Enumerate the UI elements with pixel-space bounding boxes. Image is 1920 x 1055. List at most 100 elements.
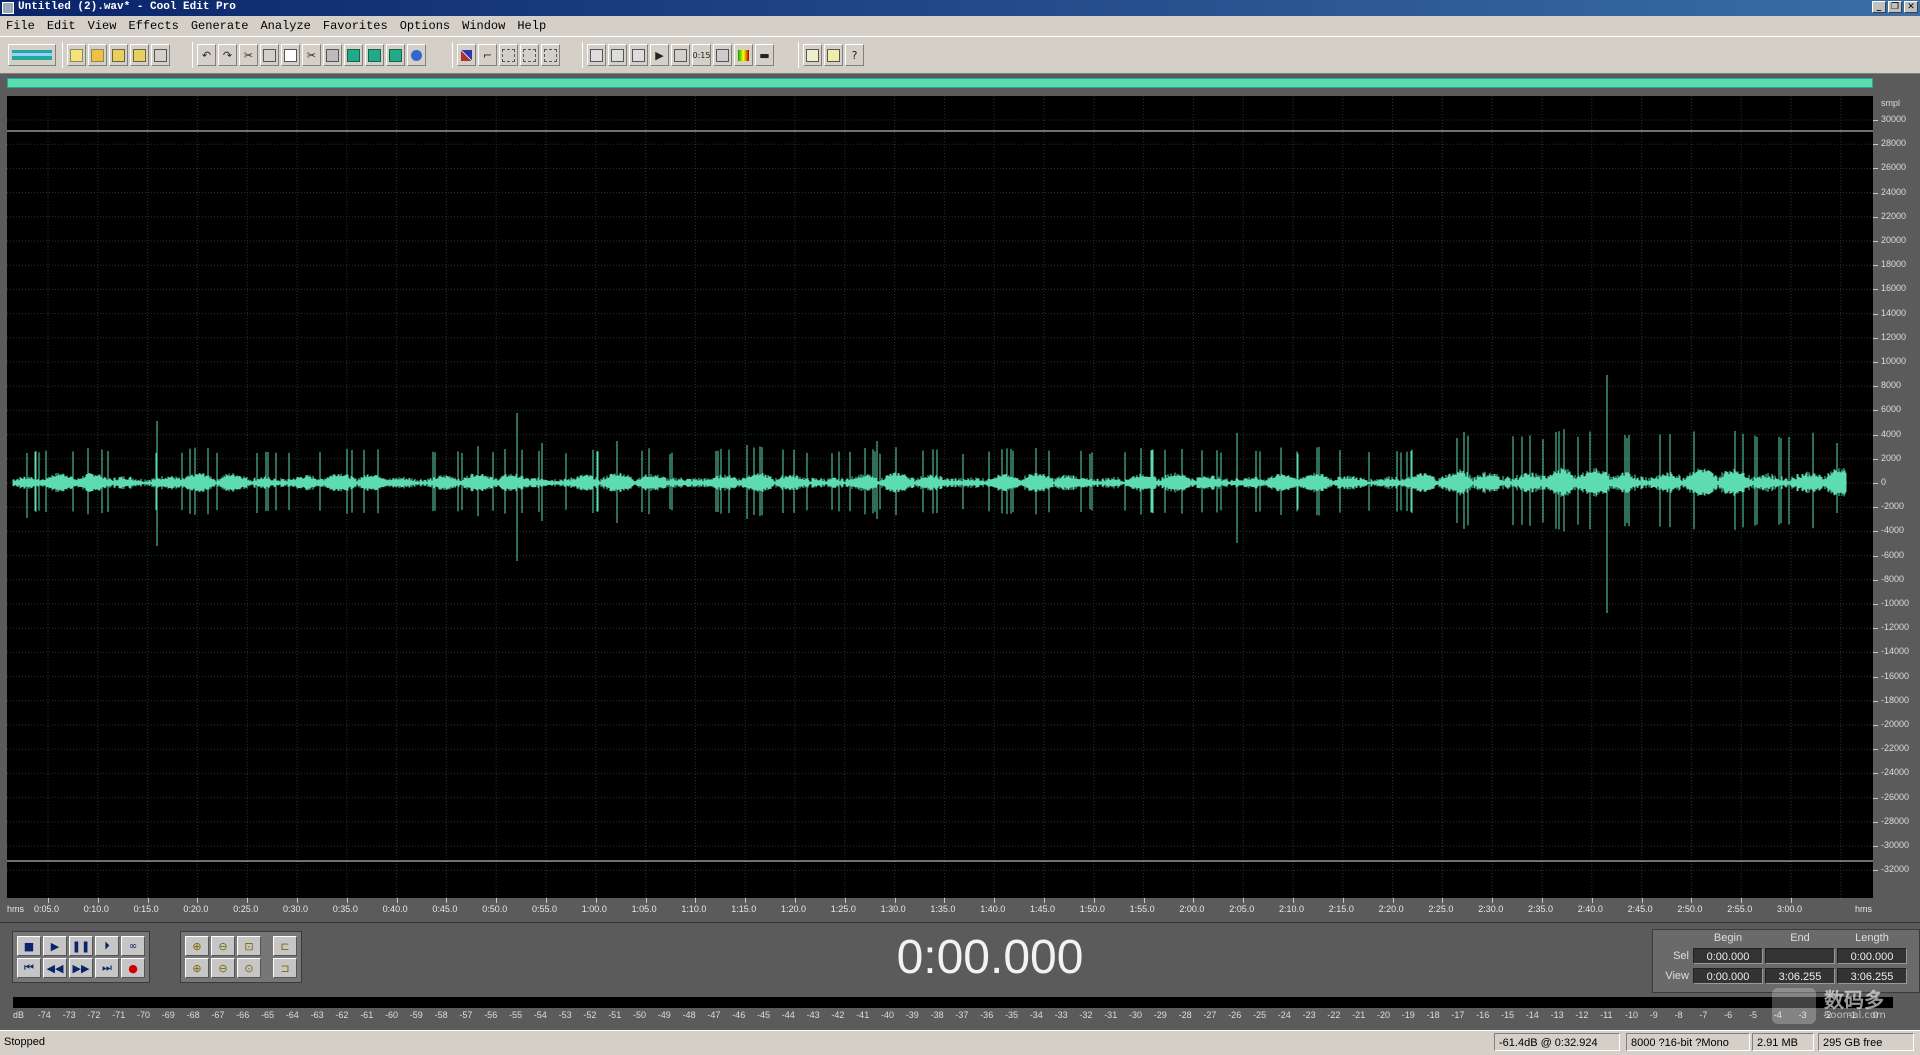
amplitude-label: -12000 (1881, 622, 1910, 633)
zoom-view-icon[interactable]: ▶ (650, 44, 669, 66)
menu-favorites[interactable]: Favorites (317, 19, 394, 33)
snap-icon[interactable]: ⌐ (478, 44, 497, 66)
menu-generate[interactable]: Generate (185, 19, 255, 33)
meter-icon[interactable] (713, 44, 732, 66)
pause-button[interactable]: ❚❚ (69, 936, 93, 956)
time-tick (1243, 898, 1245, 903)
cd-player-icon[interactable] (803, 44, 822, 66)
fast-forward-button[interactable]: ▶▶ (69, 958, 93, 978)
time-label: 2:45.0 (1627, 904, 1653, 914)
meter-label: -43 (806, 1010, 820, 1020)
zoom-in-horizontal-button[interactable]: ⊕ (185, 936, 209, 956)
zoom-in-right-button[interactable]: ⊐ (273, 958, 297, 978)
grid-icon[interactable] (499, 44, 518, 66)
menu-edit[interactable]: Edit (41, 19, 82, 33)
amplitude-tick (1873, 120, 1878, 121)
zoom-fit-button[interactable]: ⊙ (237, 958, 261, 978)
zero-crossing-icon[interactable] (457, 44, 476, 66)
length-header: Length (1855, 932, 1889, 944)
app-icon[interactable] (2, 2, 14, 14)
mode-toggle-icon[interactable] (8, 44, 56, 66)
time-label: 1:25.0 (830, 904, 856, 914)
play-to-end-button[interactable]: ⏵ (95, 936, 119, 956)
zoom-out-vertical-button[interactable]: ⊖ (211, 958, 235, 978)
waveform-display[interactable] (7, 96, 1873, 904)
zoom-full-button[interactable]: ⊡ (237, 936, 261, 956)
meter-label: -24 (1277, 1010, 1291, 1020)
marker-icon[interactable] (587, 44, 606, 66)
close-button[interactable]: ✕ (1904, 1, 1918, 13)
meter-label: -23 (1302, 1010, 1316, 1020)
go-to-end-button[interactable]: ⏭ (95, 958, 119, 978)
time-format-icon[interactable] (671, 44, 690, 66)
zoom-in-left-button[interactable]: ⊏ (273, 936, 297, 956)
overview-range-bar[interactable] (7, 78, 1873, 88)
view-begin-field[interactable]: 0:00.000 (1693, 968, 1763, 984)
sel-length-field[interactable]: 0:00.000 (1837, 948, 1907, 964)
record-button[interactable]: ● (121, 958, 145, 978)
save-as-icon[interactable] (130, 44, 149, 66)
select-all-icon[interactable] (260, 44, 279, 66)
save-icon[interactable] (109, 44, 128, 66)
horizontal-line-icon[interactable] (734, 44, 753, 66)
mix-paste-icon[interactable] (365, 44, 384, 66)
time-tick (745, 898, 747, 903)
time-tick (894, 898, 896, 903)
settings-icon[interactable]: ▬ (755, 44, 774, 66)
time-tick (1143, 898, 1145, 903)
view-length-field[interactable]: 3:06.255 (1837, 968, 1907, 984)
amplitude-label: 24000 (1881, 186, 1907, 197)
paste-new-icon[interactable] (344, 44, 363, 66)
waveform-view-icon[interactable] (541, 44, 560, 66)
close-file-icon[interactable] (151, 44, 170, 66)
time-label: 1:55.0 (1129, 904, 1155, 914)
cd-extract-icon[interactable] (386, 44, 405, 66)
menu-window[interactable]: Window (456, 19, 511, 33)
bars-icon[interactable]: 0:15 (692, 44, 711, 66)
menu-view[interactable]: View (82, 19, 123, 33)
envelope-icon[interactable] (407, 44, 426, 66)
paste-icon[interactable] (323, 44, 342, 66)
menu-help[interactable]: Help (511, 19, 552, 33)
menu-effects[interactable]: Effects (122, 19, 184, 33)
open-file-icon[interactable] (88, 44, 107, 66)
meter-label: -7 (1699, 1010, 1708, 1020)
properties-icon[interactable] (824, 44, 843, 66)
rewind-button[interactable]: ◀◀ (43, 958, 67, 978)
help-icon[interactable]: ? (845, 44, 864, 66)
zoom-out-horizontal-button[interactable]: ⊖ (211, 936, 235, 956)
cut-icon[interactable]: ✂ (239, 44, 258, 66)
meter-label: -60 (385, 1010, 399, 1020)
waveform-svg[interactable] (7, 96, 1873, 904)
stop-button[interactable]: ■ (17, 936, 41, 956)
restore-button[interactable]: ❐ (1888, 1, 1902, 13)
play-icon[interactable] (629, 44, 648, 66)
scissors-icon[interactable]: ✂ (302, 44, 321, 66)
amplitude-tick (1873, 652, 1878, 654)
menu-file[interactable]: File (0, 19, 41, 33)
play-button[interactable]: ▶ (43, 936, 67, 956)
window-title: Untitled (2).wav* - Cool Edit Pro (18, 1, 236, 13)
undo-icon[interactable]: ↶ (197, 44, 216, 66)
menu-options[interactable]: Options (394, 19, 456, 33)
meter-label: -71 (112, 1010, 126, 1020)
amplitude-label: 6000 (1881, 404, 1902, 415)
loop-button[interactable]: ∞ (121, 936, 145, 956)
menu-analyze[interactable]: Analyze (254, 19, 316, 33)
loop-icon[interactable] (608, 44, 627, 66)
sel-begin-field[interactable]: 0:00.000 (1693, 948, 1763, 964)
go-to-start-button[interactable]: ⏮ (17, 958, 41, 978)
zoom-in-vertical-button[interactable]: ⊕ (185, 958, 209, 978)
title-bar: Untitled (2).wav* - Cool Edit Pro _ ❐ ✕ (0, 0, 1920, 16)
redo-icon[interactable]: ↷ (218, 44, 237, 66)
spectral-icon[interactable] (520, 44, 539, 66)
view-end-field[interactable]: 3:06.255 (1765, 968, 1835, 984)
sel-end-field[interactable] (1765, 948, 1835, 964)
meter-label: -38 (930, 1010, 944, 1020)
copy-icon[interactable] (281, 44, 300, 66)
new-file-icon[interactable] (67, 44, 86, 66)
time-label: 2:25.0 (1428, 904, 1454, 914)
status-size: 2.91 MB (1752, 1033, 1814, 1051)
minimize-button[interactable]: _ (1872, 1, 1886, 13)
meter-label: -51 (608, 1010, 622, 1020)
